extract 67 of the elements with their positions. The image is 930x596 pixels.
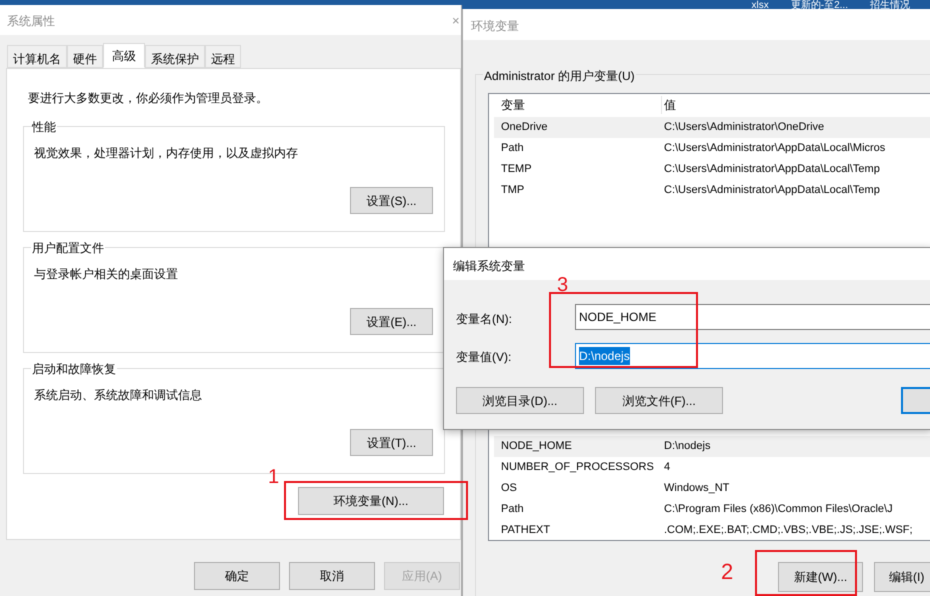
environment-variables-button[interactable]: 环境变量(N)... [298,487,444,515]
variable-row[interactable]: OS Windows_NT [494,478,930,499]
dialog-button[interactable]: 浏览目录(D)... [456,387,584,414]
tab[interactable]: 计算机名 [7,45,67,68]
variable-name: OneDrive [500,120,548,136]
variable-row[interactable]: NUMBER_OF_PROCESSORS 4 [494,457,930,478]
variable-value: C:\Program Files (x86)\Common Files\Oracle\J [663,502,893,518]
variable-row[interactable]: Path C:\Users\Administrator\AppData\Local\Micros [494,138,930,159]
field-value: D:\nodejs [579,347,630,365]
window-title: 环境变量 [471,18,519,35]
dialog-button[interactable] [901,387,930,414]
annotation-number: 3 [557,275,568,295]
variable-row[interactable]: OneDrive C:\Users\Administrator\OneDrive [494,117,930,138]
variable-value: C:\Users\Administrator\OneDrive [663,120,824,136]
variable-row[interactable]: Path C:\Program Files (x86)\Common Files\Oracle\J [494,499,930,520]
variable-value: C:\Users\Administrator\AppData\Local\Temp [663,162,880,178]
annotation-number: 2 [721,561,734,583]
group-title: 启动和故障恢复 [31,360,117,378]
taskbar-item[interactable]: xlsx [752,0,769,12]
variable-value: Windows_NT [663,481,730,496]
variable-value: C:\Users\Administrator\AppData\Local\Temp [663,183,880,198]
text-field[interactable]: D:\nodejs [575,343,930,369]
variable-value: D:\nodejs [663,439,710,454]
dialog-button[interactable]: 确定 [194,562,280,590]
annotation-number: 1 [268,467,280,487]
tab[interactable]: 系统保护 [145,45,205,68]
notice-text: 要进行大多数更改，你必须作为管理员登录。 [28,90,268,107]
variable-value: C:\Users\Administrator\AppData\Local\Micros [663,141,886,156]
variable-name: Path [500,141,525,156]
variable-value: .COM;.EXE;.BAT;.CMD;.VBS;.VBE;.JS;.JSE;.WSF; [663,523,913,538]
variable-name: TMP [500,183,526,198]
dialog-title: 编辑系统变量 [453,258,525,275]
column-header[interactable]: 变量 [494,96,662,114]
variable-row[interactable]: TEMP C:\Users\Administrator\AppData\Local\Temp [494,159,930,180]
text-field[interactable]: NODE_HOME [575,304,930,330]
variable-name: OS [500,481,518,496]
field-value: NODE_HOME [579,309,656,326]
group-title: 用户配置文件 [31,239,105,257]
group-description: 视觉效果，处理器计划，内存使用，以及虚拟内存 [34,145,298,162]
settings-button[interactable]: 设置(S)... [350,187,433,214]
tab[interactable]: 高级 [103,43,145,68]
group-title: 性能 [31,118,57,136]
group-description: 系统启动、系统故障和调试信息 [34,387,202,404]
dialog-button[interactable]: 新建(W)... [778,562,863,592]
settings-button[interactable]: 设置(T)... [350,429,433,456]
variable-value: 4 [663,460,670,476]
tab[interactable]: 远程 [205,45,241,68]
taskbar-item[interactable]: 招生情况 [870,0,910,12]
variable-name: TEMP [500,162,533,178]
variable-name: NODE_HOME [500,439,573,454]
window-title: 系统属性 [7,13,55,30]
dialog-button[interactable]: 浏览文件(F)... [595,387,723,414]
column-header[interactable]: 值 [662,96,676,114]
field-label: 变量值(V): [456,349,512,366]
group-description: 与登录帐户相关的桌面设置 [34,266,178,283]
tab[interactable]: 硬件 [67,45,103,68]
variable-row[interactable]: PATHEXT .COM;.EXE;.BAT;.CMD;.VBS;.VBE;.JS;.JSE;.WSF; [494,520,930,541]
variable-row[interactable]: NODE_HOME D:\nodejs [494,436,930,457]
dialog-button[interactable]: 编辑(I) [874,562,930,592]
variable-name: NUMBER_OF_PROCESSORS [500,460,655,476]
variable-row[interactable]: TMP C:\Users\Administrator\AppData\Local\Temp [494,180,930,201]
variable-name: Path [500,502,525,518]
group-title: Administrator 的用户变量(U) [483,67,636,85]
field-label: 变量名(N): [456,311,512,328]
variable-name: PATHEXT [500,523,552,538]
settings-button[interactable]: 设置(E)... [350,308,433,335]
dialog-button[interactable]: 取消 [289,562,375,590]
